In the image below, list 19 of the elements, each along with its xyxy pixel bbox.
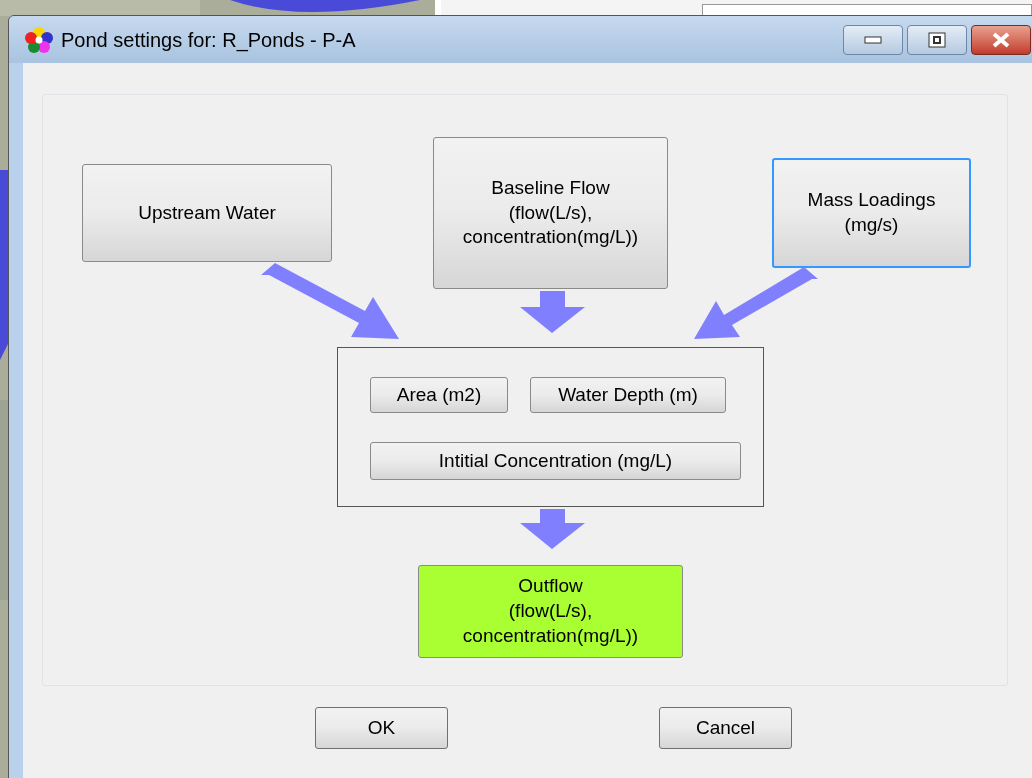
dialog-button[interactable]: OK <box>315 707 448 749</box>
input-node-button[interactable]: Mass Loadings (mg/s) <box>772 158 971 268</box>
flow-arrow <box>520 509 585 549</box>
initial-concentration-button[interactable]: Intitial Concentration (mg/L) <box>370 442 741 480</box>
area-button[interactable]: Area (m2) <box>370 377 508 413</box>
flow-arrow <box>520 291 585 333</box>
dialog-button[interactable]: Cancel <box>659 707 792 749</box>
flower-icon <box>25 25 53 54</box>
close-icon <box>991 30 1011 49</box>
outflow-button[interactable]: Outflow (flow(L/s), concentration(mg/L)) <box>418 565 683 658</box>
restore-icon <box>928 31 946 48</box>
maximize-button[interactable] <box>907 24 967 55</box>
close-button[interactable] <box>971 24 1031 55</box>
water-depth-button[interactable]: Water Depth (m) <box>530 377 726 413</box>
input-node-button[interactable]: Baseline Flow (flow(L/s), concentration(mg/L)) <box>433 137 668 289</box>
window-title: Pond settings for: R_Ponds - P-A <box>61 27 356 54</box>
input-node-button[interactable]: Upstream Water <box>82 164 332 262</box>
minimize-icon <box>864 35 882 44</box>
minimize-button[interactable] <box>843 24 903 55</box>
